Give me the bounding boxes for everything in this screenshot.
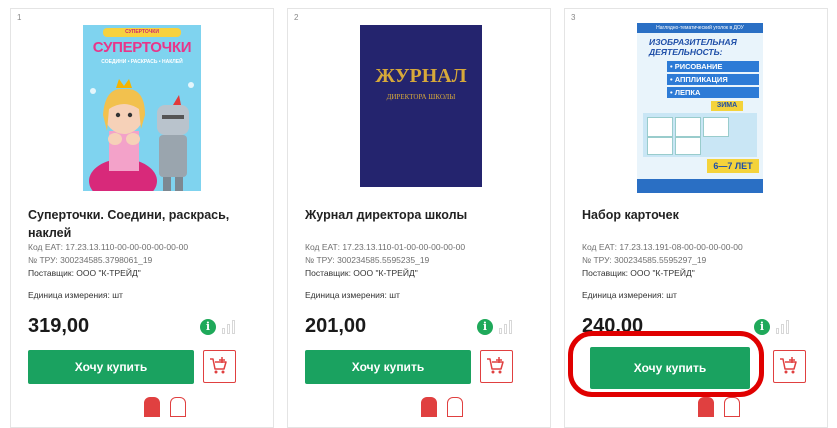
info-icon[interactable]: i <box>477 319 493 335</box>
secondary-action-button[interactable] <box>447 397 463 417</box>
product-code: Код ЕАТ: 17.23.13.110-00-00-00-00-00-00 <box>28 242 189 252</box>
product-supplier: Поставщик: ООО "К-ТРЕЙД" <box>305 268 418 278</box>
product-code: Код ЕАТ: 17.23.13.110-01-00-00-00-00-00 <box>305 242 466 252</box>
cover-title: ЖУРНАЛ <box>375 65 467 87</box>
secondary-action-button[interactable] <box>170 397 186 417</box>
product-tru-number: № ТРУ: 300234585.3798061_19 <box>28 255 153 265</box>
annotation-highlight-ring <box>568 331 764 397</box>
cover-subtitle: ДИРЕКТОРА ШКОЛЫ <box>386 93 456 101</box>
add-to-cart-icon <box>780 357 797 374</box>
product-card-1: 1 СУПЕРТОЧКИ СУПЕРТОЧКИ СОЕДИНИ • РАСКРА… <box>10 8 274 428</box>
secondary-action-button[interactable] <box>698 397 714 417</box>
cover-banner: Наглядно-тематический уголок в ДОУ <box>637 23 763 33</box>
product-supplier: Поставщик: ООО "К-ТРЕЙД" <box>28 268 141 278</box>
product-image[interactable]: СУПЕРТОЧКИ СУПЕРТОЧКИ СОЕДИНИ • РАСКРАСЬ… <box>83 25 201 191</box>
bar-chart-icon[interactable] <box>499 318 517 334</box>
product-supplier: Поставщик: ООО "К-ТРЕЙД" <box>582 268 695 278</box>
add-to-cart-icon <box>210 357 227 374</box>
want-to-buy-button[interactable]: Хочу купить <box>28 350 194 384</box>
product-tru-number: № ТРУ: 300234585.5595297_19 <box>582 255 707 265</box>
product-price: 319,00 <box>28 315 90 337</box>
product-unit: Единица измерения: шт <box>582 290 677 300</box>
product-image[interactable]: Наглядно-тематический уголок в ДОУ ИЗОБР… <box>637 23 763 193</box>
add-to-cart-icon <box>487 357 504 374</box>
product-price: 201,00 <box>305 315 367 337</box>
cover-age: 6—7 ЛЕТ <box>707 159 759 173</box>
cover-title: ИЗОБРАЗИТЕЛЬНАЯ ДЕЯТЕЛЬНОСТЬ: <box>649 37 737 57</box>
cover-item-applique: • АППЛИКАЦИЯ <box>667 74 759 85</box>
product-index: 2 <box>294 13 299 22</box>
product-index: 1 <box>17 13 22 22</box>
product-code: Код ЕАТ: 17.23.13.191-08-00-00-00-00-00 <box>582 242 743 252</box>
product-image[interactable]: ЖУРНАЛ ДИРЕКТОРА ШКОЛЫ <box>360 25 482 187</box>
product-unit: Единица измерения: шт <box>305 290 400 300</box>
info-icon[interactable]: i <box>754 319 770 335</box>
product-title[interactable]: Набор карточек <box>582 206 818 224</box>
product-index: 3 <box>571 13 576 22</box>
cover-illustration <box>89 79 194 191</box>
product-card-2: 2 ЖУРНАЛ ДИРЕКТОРА ШКОЛЫ Журнал директор… <box>287 8 551 428</box>
product-title[interactable]: Суперточки. Соедини, раскрась, наклей <box>28 206 264 242</box>
bar-chart-icon[interactable] <box>776 318 794 334</box>
info-icon[interactable]: i <box>200 319 216 335</box>
add-to-cart-button[interactable] <box>480 350 513 383</box>
product-tru-number: № ТРУ: 300234585.5595235_19 <box>305 255 430 265</box>
add-to-cart-button[interactable] <box>203 350 236 383</box>
secondary-action-button[interactable] <box>421 397 437 417</box>
cover-title: СУПЕРТОЧКИ <box>92 39 192 56</box>
secondary-action-button[interactable] <box>144 397 160 417</box>
cover-subtitle: СОЕДИНИ • РАСКРАСЬ • НАКЛЕЙ <box>101 59 183 65</box>
cover-item-modeling: • ЛЕПКА <box>667 87 759 98</box>
bar-chart-icon[interactable] <box>222 318 240 334</box>
product-unit: Единица измерения: шт <box>28 290 123 300</box>
cover-bottom-band <box>637 179 763 193</box>
cover-item-drawing: • РИСОВАНИЕ <box>667 61 759 72</box>
product-title[interactable]: Журнал директора школы <box>305 206 541 224</box>
add-to-cart-button[interactable] <box>773 350 806 383</box>
cover-banner: СУПЕРТОЧКИ <box>103 28 181 37</box>
cover-cards-area <box>643 113 757 157</box>
want-to-buy-button[interactable]: Хочу купить <box>305 350 471 384</box>
cover-season: ЗИМА <box>711 101 743 111</box>
secondary-action-button[interactable] <box>724 397 740 417</box>
